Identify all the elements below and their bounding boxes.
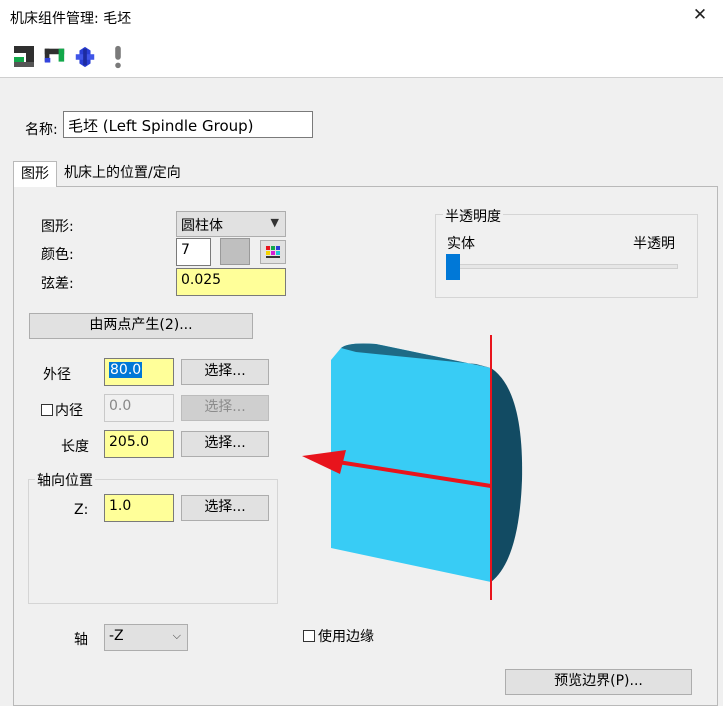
axis-label: 轴	[74, 632, 88, 648]
color-field[interactable]: 7	[176, 238, 211, 266]
transparency-group	[435, 214, 698, 298]
arrowhead-icon	[302, 450, 346, 474]
color-swatch[interactable]	[220, 238, 250, 265]
transparency-translucent-label: 半透明	[633, 236, 675, 252]
inner-diameter-select-button[interactable]: 选择...	[181, 395, 269, 421]
chevron-down-icon: ⌵	[172, 629, 181, 642]
transparency-solid-label: 实体	[447, 236, 475, 252]
tab-machine-position[interactable]: 机床上的位置/定向	[60, 163, 185, 185]
length-field[interactable]: 205.0	[104, 430, 174, 458]
axis-select-value: -Z	[109, 628, 124, 644]
transparency-title: 半透明度	[443, 206, 503, 226]
outer-diameter-select-button[interactable]: 选择...	[181, 359, 269, 385]
use-edges-label: 使用边缘	[318, 629, 374, 645]
stock-geometry-icon[interactable]	[12, 44, 36, 70]
z-field[interactable]: 1.0	[104, 494, 174, 522]
outer-diameter-value: 80.0	[109, 362, 143, 378]
axial-position-title: 轴向位置	[35, 470, 95, 490]
generate-from-two-points-button[interactable]: 由两点产生(2)...	[29, 313, 253, 339]
inner-diameter-checkbox[interactable]	[41, 404, 53, 416]
cylinder-side	[491, 368, 523, 582]
use-edges-checkbox[interactable]	[303, 630, 315, 642]
tolerance-field[interactable]: 0.025	[176, 268, 286, 296]
shape-select[interactable]: 圆柱体 ▼	[176, 211, 286, 237]
part-icon[interactable]	[73, 44, 97, 70]
name-label: 名称:	[25, 122, 58, 138]
close-icon[interactable]: ✕	[690, 5, 710, 25]
z-label: Z:	[74, 502, 89, 518]
length-select-button[interactable]: 选择...	[181, 431, 269, 457]
outer-diameter-label: 外径	[43, 367, 71, 383]
warning-icon[interactable]	[106, 44, 130, 70]
color-palette-icon[interactable]	[260, 240, 286, 264]
chevron-down-icon: ▼	[270, 216, 279, 229]
name-field[interactable]: 毛坯 (Left Spindle Group)	[63, 111, 313, 138]
transparency-slider-thumb[interactable]	[446, 254, 460, 280]
inner-diameter-label: 内径	[55, 403, 83, 419]
transparency-slider-track[interactable]	[447, 264, 678, 269]
tab-graphics[interactable]: 图形	[13, 161, 57, 187]
color-label: 颜色:	[41, 247, 74, 263]
stock-cylinder-preview	[302, 335, 523, 600]
shape-label: 图形:	[41, 219, 74, 235]
outer-diameter-field[interactable]: 80.0	[104, 358, 174, 386]
tolerance-label: 弦差:	[41, 276, 74, 292]
fixture-icon[interactable]	[42, 44, 66, 70]
preview-bounds-button[interactable]: 预览边界(P)...	[505, 669, 692, 695]
inner-diameter-field[interactable]: 0.0	[104, 394, 174, 422]
shape-select-value: 圆柱体	[181, 218, 223, 234]
window-title: 机床组件管理: 毛坯	[10, 11, 132, 27]
axis-select[interactable]: -Z ⌵	[104, 624, 188, 651]
z-select-button[interactable]: 选择...	[181, 495, 269, 521]
length-label: 长度	[61, 439, 89, 455]
